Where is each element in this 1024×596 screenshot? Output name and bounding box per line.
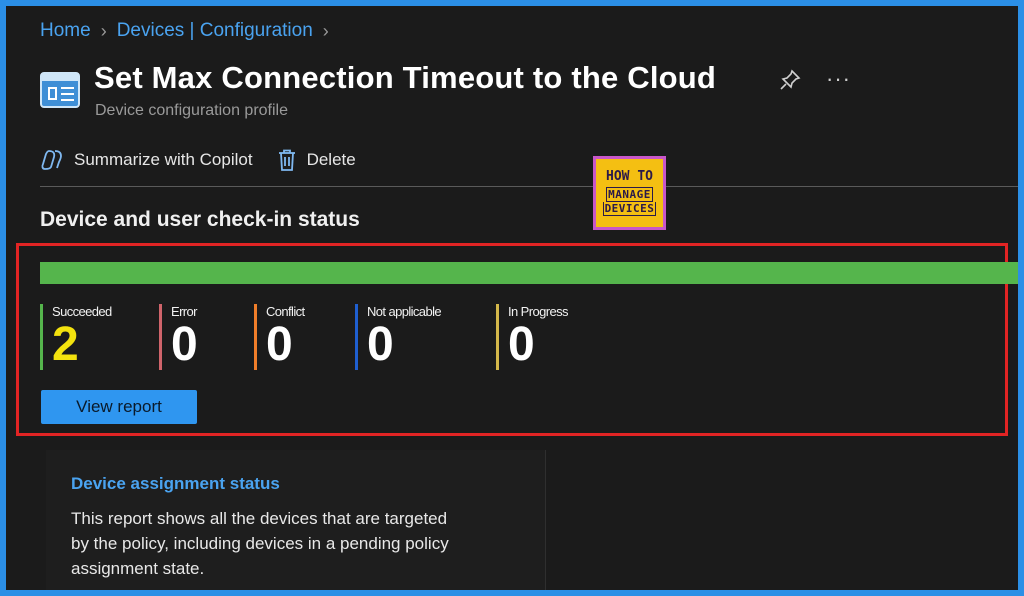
app-frame: Home › Devices | Configuration › Set Max…	[6, 6, 1018, 590]
stat-stripe	[40, 304, 43, 370]
delete-label: Delete	[306, 150, 356, 169]
card-title[interactable]: Device assignment status	[71, 474, 280, 494]
stat-label: Conflict	[266, 304, 305, 319]
stat-not-applicable[interactable]: Not applicable 0	[355, 304, 442, 371]
chevron-right-icon: ›	[322, 20, 329, 41]
stat-count: 0	[171, 318, 198, 371]
checkin-status-title: Device and user check-in status	[40, 208, 360, 231]
stat-count: 0	[508, 318, 535, 371]
command-bar: Summarize with Copilot Delete	[40, 148, 372, 172]
more-options-icon[interactable]: ···	[826, 66, 851, 92]
copilot-icon	[41, 150, 62, 170]
configuration-profile-icon	[40, 72, 80, 108]
checkin-status-bar[interactable]	[40, 262, 1018, 284]
howtomanagedevices-logo: HOW TO MANAGE DEVICES	[593, 156, 666, 230]
breadcrumb: Home › Devices | Configuration ›	[40, 20, 339, 42]
stat-count: 0	[367, 318, 394, 371]
stat-succeeded[interactable]: Succeeded 2	[40, 304, 112, 370]
stat-label: Not applicable	[367, 304, 442, 319]
view-report-button[interactable]: View report	[41, 390, 197, 424]
stat-count: 2	[52, 318, 79, 371]
stat-stripe	[159, 304, 162, 370]
stat-stripe	[496, 304, 499, 370]
chevron-right-icon: ›	[100, 20, 107, 41]
stat-stripe	[355, 304, 358, 370]
page-title: Set Max Connection Timeout to the Cloud	[94, 60, 717, 95]
delete-button[interactable]: Delete	[277, 148, 356, 172]
stat-stripe	[254, 304, 257, 370]
stat-error[interactable]: Error 0	[159, 304, 198, 370]
stat-label: Error	[171, 304, 197, 319]
breadcrumb-devices-configuration[interactable]: Devices | Configuration	[117, 20, 313, 42]
toolbar-divider	[40, 186, 1018, 187]
stat-conflict[interactable]: Conflict 0	[254, 304, 305, 370]
stat-label: In Progress	[508, 304, 568, 319]
trash-icon	[278, 149, 295, 171]
card-description: This report shows all the devices that a…	[71, 509, 449, 578]
summarize-with-copilot-button[interactable]: Summarize with Copilot	[40, 149, 253, 171]
page-subtitle: Device configuration profile	[95, 102, 288, 119]
stat-label: Succeeded	[52, 304, 112, 319]
stat-count: 0	[266, 318, 293, 371]
copilot-label: Summarize with Copilot	[74, 150, 253, 169]
pin-icon[interactable]	[778, 68, 802, 92]
breadcrumb-home[interactable]: Home	[40, 20, 91, 42]
device-assignment-status-card[interactable]: Device assignment status This report sho…	[46, 450, 546, 590]
stat-in-progress[interactable]: In Progress 0	[496, 304, 568, 370]
